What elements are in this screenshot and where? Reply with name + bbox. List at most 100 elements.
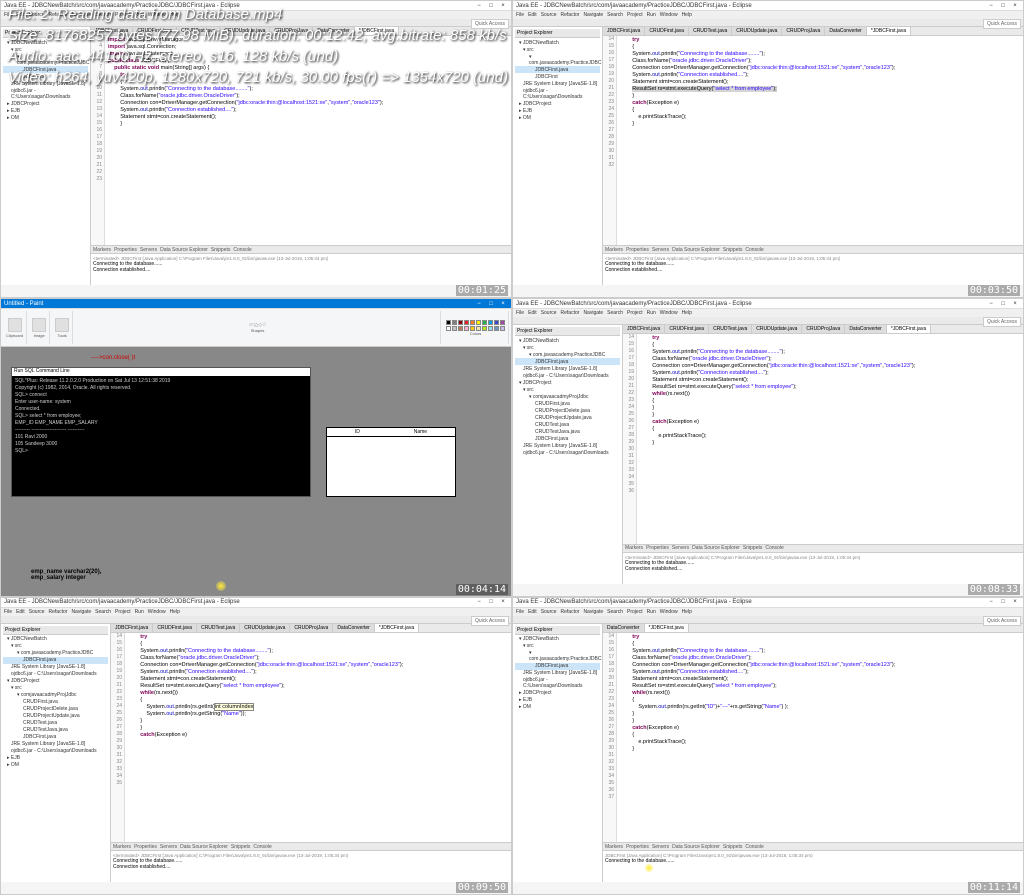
tree-item[interactable]: ▸ EJB — [3, 755, 108, 762]
tree-item[interactable]: CRUDProjectUpdate.java — [515, 414, 620, 421]
tree-item[interactable]: ▾ com.javaacademy.PracticeJDBC — [515, 53, 600, 66]
tree-item[interactable]: ▸ EJB — [3, 107, 88, 114]
tree-item[interactable]: JDBCFirst.java — [515, 358, 620, 365]
paint-canvas[interactable]: ---->con.close( )t Run SQL Command Line … — [1, 347, 511, 595]
tree-item[interactable]: ▸ OM — [515, 114, 600, 121]
tree-item[interactable]: ojdbc6.jar - C:\Users\sagar\Downloads — [515, 372, 620, 379]
editor-tab[interactable]: CRUDFirst.java — [133, 27, 177, 35]
tree-item[interactable]: CRUDTest.java — [515, 421, 620, 428]
tree-item[interactable]: ▸ JDBCProject — [3, 100, 88, 107]
tree-item[interactable]: ojdbc6.jar - C:\Users\sagar\Downloads — [3, 87, 88, 100]
editor-tabs[interactable]: JDBCFirst.javaCRUDFirst.javaCRUDTest.jav… — [91, 27, 511, 36]
tree-item[interactable]: ▾ JDBCNewBatch — [515, 337, 620, 344]
color-swatch[interactable] — [482, 326, 487, 331]
color-swatch[interactable] — [494, 320, 499, 325]
quick-access[interactable]: Quick Access — [471, 19, 509, 29]
tree-item[interactable]: CRUDTest.java — [3, 720, 108, 727]
tree-item[interactable]: JRE System Library [JavaSE-1.8] — [515, 80, 600, 87]
tree-item[interactable]: ojdbc6.jar - C:\Users\sagar\Downloads — [515, 87, 600, 100]
editor-tab[interactable]: CRUDProjJava — [270, 27, 313, 35]
tree-item[interactable]: JRE System Library [JavaSE-1.8] — [3, 80, 88, 87]
editor-tab[interactable]: CRUDFirst.java — [665, 325, 709, 333]
color-swatch[interactable] — [476, 320, 481, 325]
color-swatch[interactable] — [464, 320, 469, 325]
tree-item[interactable]: JRE System Library [JavaSE-1.8] — [515, 442, 620, 449]
color-swatch[interactable] — [464, 326, 469, 331]
color-swatch[interactable] — [500, 326, 505, 331]
color-swatch[interactable] — [500, 320, 505, 325]
editor-tab[interactable]: CRUDTest.java — [709, 325, 752, 333]
tree-item[interactable]: CRUDProjectDelete.java — [3, 706, 108, 713]
tree-item[interactable]: JDBCFirst.java — [515, 435, 620, 442]
tree-item[interactable]: JDBCFirst.java — [515, 663, 600, 670]
color-swatch[interactable] — [470, 320, 475, 325]
tree-item[interactable]: ▸ EJB — [515, 697, 600, 704]
tree-item[interactable]: ▸ EJB — [515, 107, 600, 114]
editor-tab[interactable]: JDBCFirst.java — [623, 325, 665, 333]
tree-item[interactable]: ▾ src — [515, 643, 600, 650]
editor-tab[interactable]: JDBCFirst.java — [603, 27, 645, 35]
editor-tab[interactable]: CRUDFirst.java — [153, 624, 197, 632]
code-editor[interactable]: 34567891011121314151617181920212223 impo… — [91, 36, 511, 245]
maximize-icon[interactable]: □ — [486, 3, 496, 9]
close-icon[interactable]: × — [498, 3, 508, 9]
tree-item[interactable]: ▾ com.javaacademy.PracticeJDBC — [515, 650, 600, 663]
tree-item[interactable]: ▾ JDBCProject — [515, 379, 620, 386]
tree-item[interactable]: ▾ src — [3, 643, 108, 650]
editor-tab[interactable]: JDBCFirst.java — [91, 27, 133, 35]
console-view[interactable]: MarkersPropertiesServersData Source Expl… — [91, 245, 511, 285]
paint-ribbon[interactable]: Clipboard Image Tools ○□△◇☆Shapes Colors — [1, 309, 511, 347]
editor-tab[interactable]: *JDBCFirst.java — [375, 624, 419, 632]
color-swatch[interactable] — [452, 326, 457, 331]
tree-item[interactable]: CRUDProjectUpdate.java — [3, 713, 108, 720]
tree-item[interactable]: JRE System Library [JavaSE-1.8] — [515, 670, 600, 677]
color-palette[interactable] — [446, 320, 505, 331]
editor-tab[interactable]: CRUDUpdate.java — [732, 27, 782, 35]
tree-item[interactable]: JRE System Library [JavaSE-1.8] — [3, 664, 108, 671]
editor-tab[interactable]: DataConverter — [313, 27, 355, 35]
color-swatch[interactable] — [446, 320, 451, 325]
editor-tab[interactable]: CRUDUpdate.java — [220, 27, 270, 35]
editor-tab[interactable]: *JDBCFirst.java — [887, 325, 931, 333]
color-swatch[interactable] — [488, 326, 493, 331]
editor-tab[interactable]: *JDBCFirst.java — [867, 27, 911, 35]
tree-item[interactable]: ▾ JDBCNewBatch — [3, 39, 88, 46]
minimize-icon[interactable]: − — [474, 3, 484, 9]
color-swatch[interactable] — [482, 320, 487, 325]
editor-tab[interactable]: DataConverter — [845, 325, 887, 333]
editor-tab[interactable]: CRUDProjJava — [802, 325, 845, 333]
editor-tab[interactable]: CRUDProjJava — [782, 27, 825, 35]
tree-item[interactable]: ▸ OM — [515, 704, 600, 711]
tree-item[interactable]: JDBCFirst.java — [3, 66, 88, 73]
tree-item[interactable]: ▾ com.javaacademy.PracticeJDBC — [3, 53, 88, 66]
tree-item[interactable]: ▾ JDBCProject — [3, 678, 108, 685]
pencil-icon[interactable] — [55, 318, 69, 332]
tree-item[interactable]: ▾ JDBCNewBatch — [3, 636, 108, 643]
tree-item[interactable]: ▸ JDBCProject — [515, 690, 600, 697]
tree-item[interactable]: ojdbc6.jar - C:\Users\sagar\Downloads — [515, 449, 620, 456]
tree-item[interactable]: ojdbc6.jar - C:\Users\sagar\Downloads — [515, 677, 600, 690]
editor-tab[interactable]: CRUDProjJava — [290, 624, 333, 632]
tree-item[interactable]: ▾ comjavaacadmyProjJdbc — [515, 393, 620, 400]
tree-item[interactable]: JDBCFirst.java — [3, 734, 108, 741]
select-icon[interactable] — [32, 318, 46, 332]
editor-tab[interactable]: DataConverter — [603, 624, 645, 632]
tree-item[interactable]: ▸ OM — [3, 762, 108, 769]
paste-icon[interactable] — [8, 318, 22, 332]
color-swatch[interactable] — [446, 326, 451, 331]
tree-item[interactable]: ▾ com.javaacademy.PracticeJDBC — [3, 650, 108, 657]
editor-tab[interactable]: CRUDTest.java — [177, 27, 220, 35]
project-explorer[interactable]: Project Explorer ▾ JDBCNewBatch▾ src▾ co… — [513, 27, 603, 285]
color-swatch[interactable] — [494, 326, 499, 331]
tree-item[interactable]: ▸ OM — [3, 114, 88, 121]
tree-item[interactable]: CRUDFirst.java — [3, 699, 108, 706]
tree-item[interactable]: ojdbc6.jar - C:\Users\sagar\Downloads — [3, 748, 108, 755]
editor-tab[interactable]: CRUDUpdate.java — [240, 624, 290, 632]
editor-tab[interactable]: CRUDTest.java — [197, 624, 240, 632]
editor-tab[interactable]: DataConverter — [825, 27, 867, 35]
editor-tab[interactable]: CRUDTest.java — [689, 27, 732, 35]
tree-item[interactable]: JDBCFirst.java — [515, 66, 600, 73]
menubar[interactable]: FileEditSourceRefactorNavigateSearchProj… — [1, 11, 511, 19]
tree-item[interactable]: ▸ JDBCProject — [515, 100, 600, 107]
tree-item[interactable]: JDBCFirst — [3, 73, 88, 80]
